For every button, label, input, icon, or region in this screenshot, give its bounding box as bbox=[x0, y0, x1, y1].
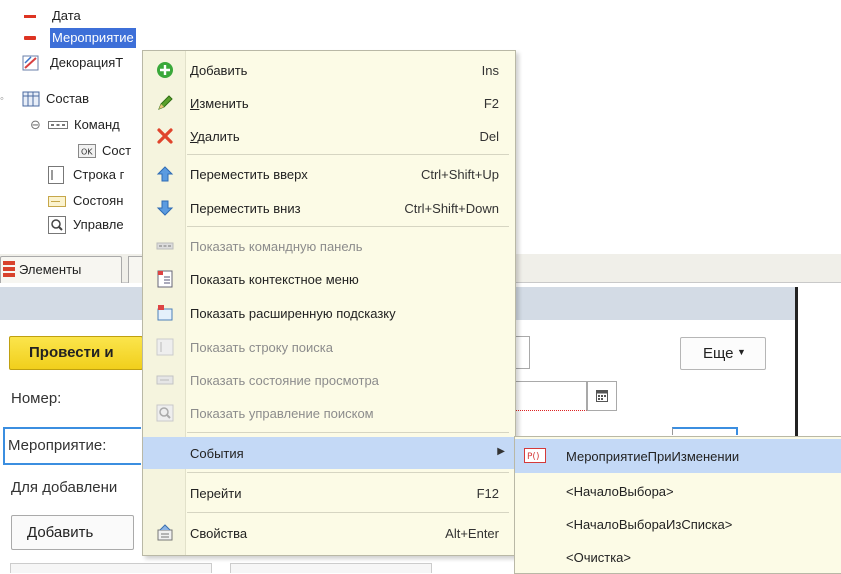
add-button[interactable]: Добавить bbox=[11, 515, 134, 550]
submenu-item-on-change[interactable]: P() МероприятиеПриИзменении bbox=[515, 439, 841, 473]
command-bar-icon bbox=[156, 242, 174, 250]
menu-item-properties[interactable]: Свойства Alt+Enter bbox=[143, 517, 515, 549]
decoration-icon bbox=[22, 55, 39, 71]
expand-toggle-icon[interactable]: ◦ bbox=[0, 89, 4, 109]
elements-icon bbox=[3, 261, 15, 277]
search-string-icon bbox=[156, 338, 174, 356]
add-hint-label: Для добавлени bbox=[11, 479, 118, 496]
submenu-item-clearing[interactable]: <Очистка> bbox=[515, 540, 841, 574]
event-label: Мероприятие: bbox=[8, 437, 107, 454]
field-icon bbox=[24, 36, 36, 40]
events-submenu: P() МероприятиеПриИзменении <НачалоВыбор… bbox=[514, 436, 841, 574]
menu-separator bbox=[187, 472, 509, 473]
menu-item-goto[interactable]: Перейти F12 bbox=[143, 477, 515, 509]
number-label: Номер: bbox=[11, 390, 62, 407]
context-menu-icon bbox=[157, 270, 173, 288]
magnifier-icon bbox=[156, 404, 174, 422]
add-icon bbox=[157, 62, 173, 78]
more-button[interactable]: Еще ▼ bbox=[680, 337, 766, 370]
collapse-toggle-icon[interactable]: ⊖ bbox=[30, 115, 41, 135]
menu-item-show-search-string[interactable]: Показать строку поиска bbox=[143, 331, 515, 363]
properties-icon bbox=[157, 524, 173, 541]
command-bar-icon bbox=[48, 121, 68, 129]
menu-item-show-context-menu[interactable]: Показать контекстное меню bbox=[143, 263, 515, 295]
menu-item-show-command-bar[interactable]: Показать командную панель bbox=[143, 230, 515, 262]
arrow-down-icon bbox=[156, 200, 174, 216]
menu-item-move-up[interactable]: Переместить вверх Ctrl+Shift+Up bbox=[143, 158, 515, 190]
calendar-button[interactable] bbox=[587, 381, 617, 411]
menu-separator bbox=[187, 226, 509, 227]
magnifier-icon bbox=[48, 216, 66, 234]
pencil-icon bbox=[158, 95, 173, 110]
post-and-close-button[interactable]: Провести и bbox=[9, 336, 143, 370]
arrow-up-icon bbox=[156, 166, 174, 182]
form-border bbox=[795, 287, 798, 437]
ok-button-icon: OK bbox=[78, 144, 96, 158]
menu-item-move-down[interactable]: Переместить вниз Ctrl+Shift+Down bbox=[143, 192, 515, 224]
menu-item-events[interactable]: События ▶ bbox=[143, 437, 515, 469]
tooltip-icon bbox=[157, 305, 173, 321]
status-field-icon bbox=[48, 196, 66, 207]
menu-item-add[interactable]: Добавить Ins bbox=[143, 54, 515, 86]
delete-icon bbox=[157, 128, 173, 144]
menu-item-show-view-status[interactable]: Показать состояние просмотра bbox=[143, 364, 515, 396]
number-field[interactable] bbox=[514, 381, 587, 411]
menu-separator bbox=[187, 154, 509, 155]
menu-separator bbox=[187, 432, 509, 433]
menu-item-show-search-control[interactable]: Показать управление поиском bbox=[143, 397, 515, 429]
menu-item-show-extended-tooltip[interactable]: Показать расширенную подсказку bbox=[143, 297, 515, 329]
menu-separator bbox=[187, 512, 509, 513]
table-icon bbox=[22, 91, 40, 107]
dropdown-arrow-icon: ▼ bbox=[737, 347, 746, 357]
input-field-icon bbox=[48, 166, 64, 184]
submenu-item-start-list-choice[interactable]: <НачалоВыбораИзСписка> bbox=[515, 507, 841, 541]
svg-text:P(): P() bbox=[527, 452, 539, 462]
context-menu: Добавить Ins Изменить F2 Удалить Del Пер… bbox=[142, 50, 516, 556]
svg-text:OK: OK bbox=[81, 148, 93, 157]
view-status-icon bbox=[156, 375, 174, 385]
event-field-focus-right bbox=[672, 427, 738, 435]
submenu-item-start-choice[interactable]: <НачалоВыбора> bbox=[515, 474, 841, 508]
calendar-icon bbox=[596, 390, 608, 402]
tab-elements[interactable]: Элементы bbox=[0, 256, 122, 283]
submenu-arrow-icon: ▶ bbox=[497, 446, 505, 457]
procedure-icon: P() bbox=[524, 448, 546, 463]
menu-item-delete[interactable]: Удалить Del bbox=[143, 120, 515, 152]
menu-item-edit[interactable]: Изменить F2 bbox=[143, 87, 515, 119]
field-icon bbox=[24, 15, 36, 18]
